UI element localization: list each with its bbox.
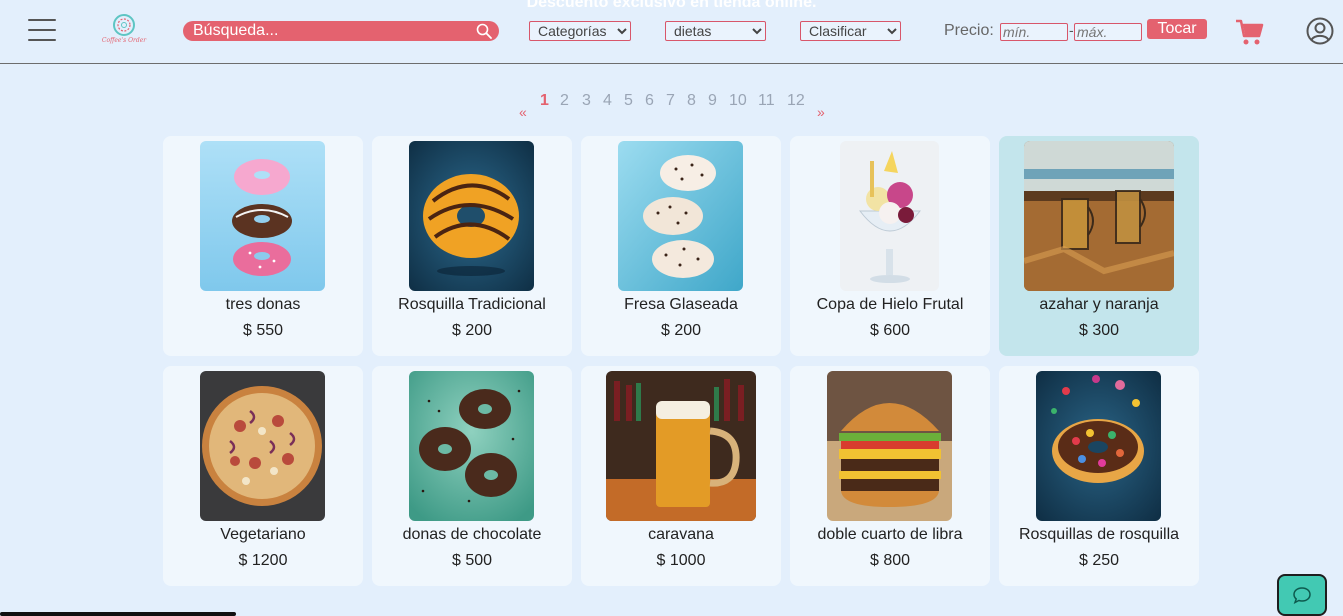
- price-separator: -: [1069, 22, 1074, 38]
- page-link-8[interactable]: 8: [687, 92, 696, 110]
- diets-select[interactable]: dietas: [665, 21, 766, 41]
- product-price: $ 1200: [238, 552, 288, 569]
- product-price: $ 250: [1078, 552, 1120, 569]
- next-page-link[interactable]: »: [817, 104, 825, 120]
- max-price-input[interactable]: [1074, 23, 1142, 41]
- page-link-10[interactable]: 10: [729, 92, 747, 110]
- pizza-image: [200, 371, 325, 521]
- chat-button[interactable]: [1277, 574, 1327, 616]
- product-name: doble cuarto de libra: [817, 526, 963, 543]
- page-link-3[interactable]: 3: [582, 92, 591, 110]
- page-link-5[interactable]: 5: [624, 92, 633, 110]
- pagination: « 1 2 3 4 5 6 7 8 9 10 11 12 »: [0, 92, 1343, 122]
- product-card[interactable]: Rosquilla Tradicional $ 200: [372, 136, 572, 356]
- page-link-7[interactable]: 7: [666, 92, 675, 110]
- product-price: $ 1000: [656, 552, 706, 569]
- glazed-donut-image: [409, 141, 534, 291]
- product-name: Vegetariano: [220, 526, 306, 543]
- user-account-icon[interactable]: [1306, 17, 1334, 45]
- search-icon[interactable]: [469, 21, 499, 41]
- header: Descuento exclusivo en tienda online. Co…: [0, 0, 1343, 64]
- product-name: donas de chocolate: [402, 526, 542, 543]
- product-name: Rosquillas de rosquilla: [1018, 526, 1180, 543]
- candy-donut-image: [1036, 371, 1161, 521]
- page-link-11[interactable]: 11: [758, 92, 775, 110]
- product-price: $ 550: [242, 322, 284, 339]
- product-name: Fresa Glaseada: [624, 296, 738, 313]
- product-card[interactable]: Copa de Hielo Frutal $ 600: [790, 136, 990, 356]
- product-price: $ 500: [451, 552, 493, 569]
- page-link-4[interactable]: 4: [603, 92, 612, 110]
- min-price-input[interactable]: [1000, 23, 1068, 41]
- beer-mug-image: [606, 371, 756, 521]
- product-name: Copa de Hielo Frutal: [816, 296, 964, 313]
- prev-page-link[interactable]: «: [519, 104, 527, 120]
- product-name: tres donas: [225, 296, 301, 313]
- search-bar: [183, 21, 499, 41]
- logo-text: Coffee's Order: [101, 37, 147, 44]
- page-link-1[interactable]: 1: [540, 92, 549, 110]
- product-name: Rosquilla Tradicional: [398, 296, 546, 313]
- promo-banner: Descuento exclusivo en tienda online.: [526, 0, 817, 11]
- apply-price-button[interactable]: Tocar: [1147, 19, 1207, 39]
- page-link-2[interactable]: 2: [560, 92, 569, 110]
- product-name: caravana: [648, 526, 714, 543]
- menu-icon[interactable]: [28, 19, 56, 43]
- sprinkle-donuts-image: [618, 141, 743, 291]
- cart-icon[interactable]: [1234, 17, 1264, 47]
- product-price: $ 300: [1078, 322, 1120, 339]
- product-price: $ 200: [660, 322, 702, 339]
- product-price: $ 600: [869, 322, 911, 339]
- categories-select[interactable]: Categorías: [529, 21, 631, 41]
- sort-select[interactable]: Clasificar: [800, 21, 901, 41]
- tea-glasses-image: [1024, 141, 1174, 291]
- page-link-6[interactable]: 6: [645, 92, 654, 110]
- product-card[interactable]: tres donas $ 550: [163, 136, 363, 356]
- chat-icon: [1293, 587, 1311, 604]
- page-link-9[interactable]: 9: [708, 92, 717, 110]
- horizontal-scrollbar[interactable]: [0, 612, 236, 616]
- product-card[interactable]: doble cuarto de libra $ 800: [790, 366, 990, 586]
- burger-image: [827, 371, 952, 521]
- ice-cream-cup-image: [840, 141, 939, 291]
- chocolate-donuts-image: [409, 371, 534, 521]
- search-input[interactable]: [183, 21, 469, 41]
- three-donuts-image: [200, 141, 325, 291]
- product-card[interactable]: azahar y naranja $ 300: [999, 136, 1199, 356]
- product-name: azahar y naranja: [1039, 296, 1159, 313]
- product-card[interactable]: Fresa Glaseada $ 200: [581, 136, 781, 356]
- product-card[interactable]: caravana $ 1000: [581, 366, 781, 586]
- product-card[interactable]: Vegetariano $ 1200: [163, 366, 363, 586]
- page-link-12[interactable]: 12: [787, 92, 805, 110]
- product-price: $ 800: [869, 552, 911, 569]
- logo[interactable]: Coffee's Order: [98, 14, 150, 48]
- product-card[interactable]: Rosquillas de rosquilla $ 250: [999, 366, 1199, 586]
- product-price: $ 200: [451, 322, 493, 339]
- price-label: Precio:: [944, 22, 994, 39]
- product-card[interactable]: donas de chocolate $ 500: [372, 366, 572, 586]
